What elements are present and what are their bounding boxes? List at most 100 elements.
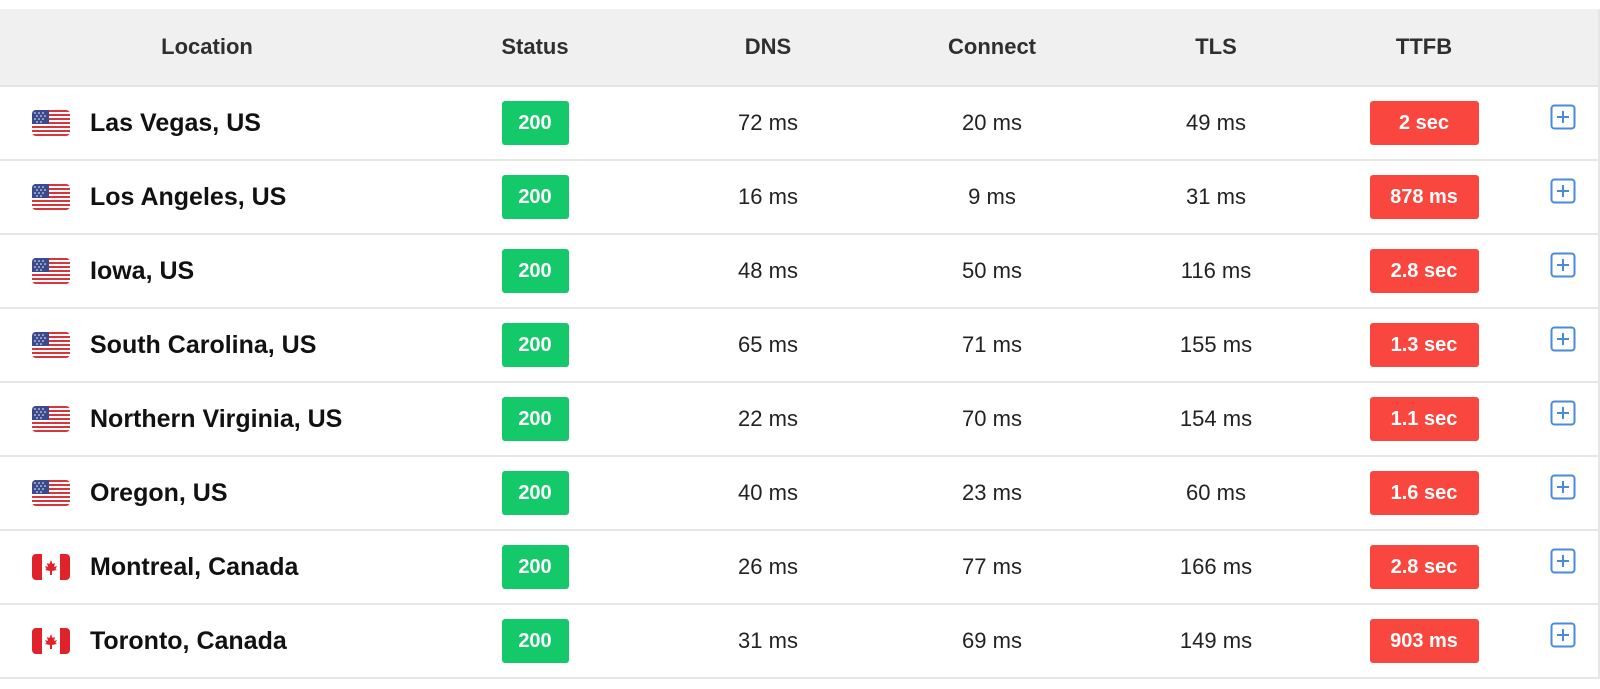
expand-cell [1520, 622, 1598, 657]
connect-value: 50 ms [962, 258, 1022, 283]
status-badge: 200 [501, 323, 569, 367]
expand-cell [1520, 104, 1598, 139]
status-badge: 200 [501, 471, 569, 515]
dns-value: 31 ms [738, 628, 798, 653]
location-cell: Montreal, Canada [0, 553, 414, 582]
ttfb-cell: 2.8 sec [1328, 249, 1520, 293]
plus-square-icon[interactable] [1550, 548, 1576, 574]
header-tls: TLS [1195, 34, 1237, 59]
expand-cell [1520, 178, 1598, 213]
canada-flag-icon [32, 554, 70, 580]
ttfb-cell: 878 ms [1328, 175, 1520, 219]
ttfb-badge: 1.6 sec [1369, 471, 1479, 515]
table-row: Iowa, US 200 48 ms 50 ms 116 ms 2.8 sec [0, 235, 1598, 309]
dns-value: 26 ms [738, 554, 798, 579]
status-cell: 200 [414, 397, 656, 441]
status-badge: 200 [501, 619, 569, 663]
dns-value: 72 ms [738, 110, 798, 135]
location-name: Montreal, Canada [90, 552, 299, 581]
us-flag-icon [32, 110, 70, 136]
location-cell: Oregon, US [0, 479, 414, 508]
connect-value: 70 ms [962, 406, 1022, 431]
location-cell: South Carolina, US [0, 331, 414, 360]
dns-value: 22 ms [738, 406, 798, 431]
connect-value: 77 ms [962, 554, 1022, 579]
ttfb-badge: 903 ms [1369, 619, 1479, 663]
ttfb-badge: 2.8 sec [1369, 249, 1479, 293]
ttfb-cell: 1.3 sec [1328, 323, 1520, 367]
tls-value: 154 ms [1179, 406, 1253, 431]
ttfb-badge: 2.8 sec [1369, 545, 1479, 589]
header-location: Location [161, 34, 253, 59]
plus-square-icon[interactable] [1550, 178, 1576, 204]
location-name: Los Angeles, US [90, 182, 287, 211]
plus-square-icon[interactable] [1550, 400, 1576, 426]
plus-square-icon[interactable] [1550, 622, 1576, 648]
ttfb-badge: 1.1 sec [1369, 397, 1479, 441]
ttfb-cell: 1.1 sec [1328, 397, 1520, 441]
header-dns: DNS [744, 34, 792, 59]
us-flag-icon [32, 332, 70, 358]
us-flag-icon [32, 258, 70, 284]
ttfb-badge: 878 ms [1369, 175, 1479, 219]
dns-value: 65 ms [738, 332, 798, 357]
status-cell: 200 [414, 545, 656, 589]
expand-cell [1520, 400, 1598, 435]
status-badge: 200 [501, 175, 569, 219]
tls-value: 155 ms [1179, 332, 1253, 357]
plus-square-icon[interactable] [1550, 326, 1576, 352]
status-cell: 200 [414, 619, 656, 663]
status-badge: 200 [501, 545, 569, 589]
table-row: Northern Virginia, US 200 22 ms 70 ms 154 ms… [0, 383, 1598, 457]
ttfb-cell: 2 sec [1328, 101, 1520, 145]
location-name: South Carolina, US [90, 330, 317, 359]
ttfb-badge: 2 sec [1369, 101, 1479, 145]
status-cell: 200 [414, 323, 656, 367]
location-cell: Toronto, Canada [0, 627, 414, 656]
location-cell: Iowa, US [0, 257, 414, 286]
expand-cell [1520, 252, 1598, 287]
results-table: Location Status DNS Connect TLS TTFB Las… [0, 9, 1600, 679]
table-body: Las Vegas, US 200 72 ms 20 ms 49 ms 2 sec Los … [0, 87, 1598, 679]
tls-value: 116 ms [1180, 258, 1252, 283]
location-name: Toronto, Canada [90, 626, 287, 655]
table-row: Oregon, US 200 40 ms 23 ms 60 ms 1.6 sec [0, 457, 1598, 531]
location-name: Iowa, US [90, 256, 195, 285]
status-cell: 200 [414, 101, 656, 145]
status-cell: 200 [414, 471, 656, 515]
location-name: Oregon, US [90, 478, 228, 507]
us-flag-icon [32, 406, 70, 432]
status-badge: 200 [501, 249, 569, 293]
us-flag-icon [32, 480, 70, 506]
us-flag-icon [32, 184, 70, 210]
status-badge: 200 [501, 397, 569, 441]
ttfb-cell: 903 ms [1328, 619, 1520, 663]
plus-square-icon[interactable] [1550, 474, 1576, 500]
table-row: Las Vegas, US 200 72 ms 20 ms 49 ms 2 sec [0, 87, 1598, 161]
expand-cell [1520, 326, 1598, 361]
plus-square-icon[interactable] [1550, 252, 1576, 278]
location-name: Las Vegas, US [90, 108, 261, 137]
tls-value: 149 ms [1179, 628, 1253, 653]
canada-flag-icon [32, 628, 70, 654]
dns-value: 48 ms [738, 258, 798, 283]
ttfb-cell: 2.8 sec [1328, 545, 1520, 589]
connect-value: 9 ms [968, 184, 1016, 209]
tls-value: 31 ms [1186, 184, 1246, 209]
status-cell: 200 [414, 249, 656, 293]
connect-value: 71 ms [962, 332, 1022, 357]
table-row: Los Angeles, US 200 16 ms 9 ms 31 ms 878 ms [0, 161, 1598, 235]
expand-cell [1520, 548, 1598, 583]
header-ttfb: TTFB [1395, 34, 1453, 59]
header-connect: Connect [948, 34, 1036, 59]
status-cell: 200 [414, 175, 656, 219]
status-badge: 200 [501, 101, 569, 145]
location-cell: Los Angeles, US [0, 183, 414, 212]
tls-value: 49 ms [1186, 110, 1246, 135]
header-status: Status [501, 34, 569, 59]
table-header: Location Status DNS Connect TLS TTFB [0, 9, 1598, 87]
table-row: Montreal, Canada 200 26 ms 77 ms 166 ms 2.8 s… [0, 531, 1598, 605]
location-name: Northern Virginia, US [90, 404, 343, 433]
table-row: South Carolina, US 200 65 ms 71 ms 155 ms 1.3… [0, 309, 1598, 383]
plus-square-icon[interactable] [1550, 104, 1576, 130]
